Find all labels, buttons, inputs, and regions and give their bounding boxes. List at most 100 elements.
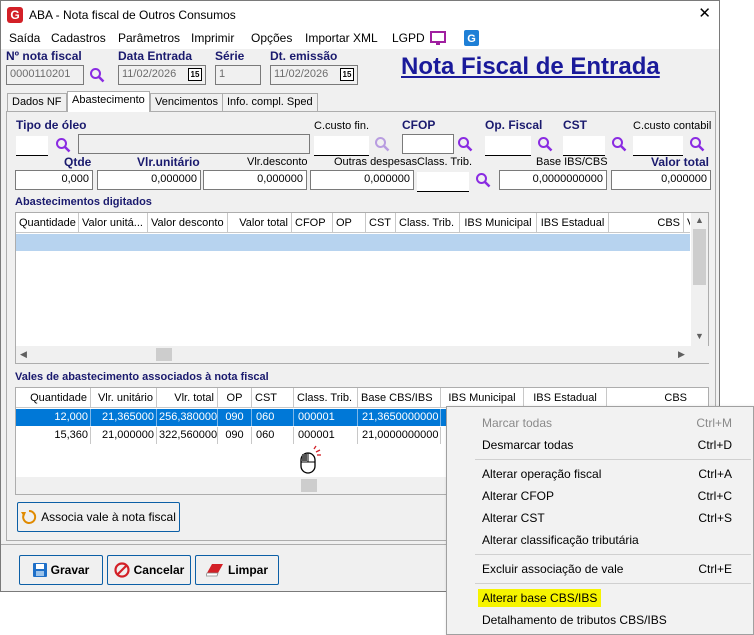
cfop-field[interactable] bbox=[402, 134, 454, 154]
gravar-button[interactable]: Gravar bbox=[19, 555, 103, 585]
menu-item-alterar-classificacao-tributaria[interactable]: Alterar classificação tributária bbox=[448, 529, 752, 551]
col-header[interactable]: Valor unitá... bbox=[79, 213, 148, 233]
col-header[interactable]: Valor desconto bbox=[148, 213, 228, 233]
col-header[interactable]: Base CBS/IBS bbox=[358, 388, 441, 408]
nota-fiscal-input[interactable]: 0000110201 bbox=[6, 65, 84, 85]
menu-item-alterar-cst[interactable]: Alterar CST Ctrl+S bbox=[448, 507, 752, 529]
col-header[interactable]: CFOP bbox=[292, 213, 333, 233]
associa-vale-label: Associa vale à nota fiscal bbox=[41, 510, 176, 524]
menu-item-desmarcar-todas[interactable]: Desmarcar todas Ctrl+D bbox=[448, 434, 752, 456]
limpar-label: Limpar bbox=[227, 563, 268, 577]
col-header[interactable]: IBS Municipal bbox=[441, 388, 524, 408]
cell-class-trib: 000001 bbox=[294, 409, 358, 426]
tab-info-compl-sped[interactable]: Info. compl. Sped bbox=[222, 93, 318, 111]
eraser-icon bbox=[205, 564, 223, 577]
app-logo-icon: G bbox=[7, 7, 23, 23]
calendar-icon[interactable]: 15 bbox=[340, 68, 354, 81]
vertical-scrollbar[interactable]: ▲ ▼ bbox=[691, 213, 708, 346]
menu-item-marcar-todas[interactable]: Marcar todas Ctrl+M bbox=[448, 412, 752, 434]
search-icon[interactable] bbox=[475, 172, 491, 188]
cell-base-cbs-ibs: 21,0000000000 bbox=[358, 427, 441, 444]
valor-total-field[interactable]: 0,000000 bbox=[611, 170, 711, 190]
vlr-desconto-field[interactable]: 0,000000 bbox=[203, 170, 307, 190]
mouse-click-icon bbox=[300, 445, 321, 474]
menu-item-alterar-operacao-fiscal[interactable]: Alterar operação fiscal Ctrl+A bbox=[448, 463, 752, 485]
menu-cadastros[interactable]: Cadastros bbox=[51, 31, 106, 45]
calendar-icon[interactable]: 15 bbox=[188, 68, 202, 81]
col-header[interactable]: CBS bbox=[607, 388, 690, 408]
search-icon[interactable] bbox=[374, 136, 390, 152]
col-header[interactable]: OP bbox=[218, 388, 252, 408]
col-header[interactable]: Class. Trib. bbox=[396, 213, 460, 233]
cancel-icon bbox=[114, 562, 130, 578]
col-header[interactable]: IBS Estadual bbox=[524, 388, 607, 408]
base-ibs-cbs-field[interactable]: 0,0000000000 bbox=[499, 170, 607, 190]
grid-header: Quantidade Valor unitá... Valor desconto… bbox=[16, 213, 690, 233]
search-icon[interactable] bbox=[457, 136, 473, 152]
app-shortcut-icon[interactable]: G bbox=[464, 30, 479, 46]
search-icon[interactable] bbox=[55, 137, 71, 153]
outras-despesas-field[interactable]: 0,000000 bbox=[310, 170, 414, 190]
menu-saida[interactable]: Saída bbox=[9, 31, 40, 45]
serie-field[interactable]: 1 bbox=[215, 65, 261, 85]
ccusto-fin-label: C.custo fin. bbox=[314, 120, 370, 132]
col-header[interactable]: Vlr. total bbox=[157, 388, 218, 408]
cst-field[interactable] bbox=[563, 136, 605, 156]
context-menu: Marcar todas Ctrl+M Desmarcar todas Ctrl+D… bbox=[446, 406, 754, 635]
cell-quantidade: 12,000 bbox=[16, 409, 91, 426]
col-header[interactable]: IBS Estadual bbox=[537, 213, 609, 233]
tab-abastecimento[interactable]: Abastecimento bbox=[67, 91, 150, 112]
col-header[interactable]: Quantidade bbox=[16, 388, 91, 408]
abastecimentos-grid[interactable]: Quantidade Valor unitá... Valor desconto… bbox=[15, 212, 710, 364]
col-header[interactable]: IBS Municipal bbox=[460, 213, 537, 233]
tab-vencimentos[interactable]: Vencimentos bbox=[150, 93, 223, 111]
ccusto-contabil-label: C.custo contabil bbox=[633, 120, 712, 132]
menu-item-alterar-base-cbs-ibs[interactable]: Alterar base CBS/IBS bbox=[448, 587, 752, 609]
col-header[interactable]: Vlr. unitário bbox=[91, 388, 157, 408]
close-icon[interactable]: ✕ bbox=[698, 5, 711, 23]
qtde-field[interactable]: 0,000 bbox=[15, 170, 93, 190]
menu-importar-xml[interactable]: Importar XML bbox=[305, 31, 378, 45]
menu-item-excluir-associacao[interactable]: Excluir associação de vale Ctrl+E bbox=[448, 558, 752, 580]
col-header[interactable]: CST bbox=[366, 213, 396, 233]
menu-separator bbox=[475, 583, 751, 584]
cell-vlr-unitario: 21,365000 bbox=[91, 409, 157, 426]
monitor-icon[interactable] bbox=[430, 31, 446, 46]
col-header[interactable]: V bbox=[684, 213, 690, 233]
col-header[interactable]: CBS bbox=[609, 213, 684, 233]
cell-vlr-total: 256,380000 bbox=[157, 409, 218, 426]
menu-item-alterar-cfop[interactable]: Alterar CFOP Ctrl+C bbox=[448, 485, 752, 507]
col-header[interactable]: Quantidade bbox=[16, 213, 79, 233]
col-header[interactable]: Valor total bbox=[228, 213, 292, 233]
tipo-oleo-code[interactable] bbox=[16, 136, 48, 156]
menu-item-detalhamento-tributos[interactable]: Detalhamento de tributos CBS/IBS bbox=[448, 609, 752, 631]
tab-dados-nf[interactable]: Dados NF bbox=[7, 93, 67, 111]
cell-base-cbs-ibs: 21,3650000000 bbox=[358, 409, 441, 426]
base-ibs-cbs-label: Base IBS/CBS bbox=[536, 156, 608, 168]
search-icon[interactable] bbox=[689, 136, 705, 152]
col-header[interactable]: CST bbox=[252, 388, 294, 408]
ccusto-contabil-field[interactable] bbox=[633, 136, 683, 156]
table-row-empty-selected[interactable] bbox=[16, 234, 690, 251]
data-entrada-label: Data Entrada bbox=[118, 49, 193, 63]
op-fiscal-field[interactable] bbox=[485, 136, 531, 156]
horizontal-scrollbar[interactable]: ◀ ▶ bbox=[16, 346, 710, 363]
limpar-button[interactable]: Limpar bbox=[195, 555, 279, 585]
menu-parametros[interactable]: Parâmetros bbox=[118, 31, 180, 45]
ccusto-fin-field[interactable] bbox=[314, 136, 369, 156]
associa-vale-button[interactable]: Associa vale à nota fiscal bbox=[17, 502, 180, 532]
cancelar-label: Cancelar bbox=[133, 563, 185, 577]
menu-opcoes[interactable]: Opções bbox=[251, 31, 292, 45]
nota-fiscal-label: Nº nota fiscal bbox=[6, 49, 82, 63]
menu-imprimir[interactable]: Imprimir bbox=[191, 31, 234, 45]
tipo-oleo-label: Tipo de óleo bbox=[16, 118, 87, 132]
vlr-unitario-field[interactable]: 0,000000 bbox=[97, 170, 201, 190]
cancelar-button[interactable]: Cancelar bbox=[107, 555, 191, 585]
col-header[interactable]: Class. Trib. bbox=[294, 388, 358, 408]
search-icon[interactable] bbox=[537, 136, 553, 152]
search-icon[interactable] bbox=[89, 67, 105, 83]
menu-lgpd[interactable]: LGPD bbox=[392, 31, 425, 45]
col-header[interactable]: OP bbox=[333, 213, 366, 233]
search-icon[interactable] bbox=[611, 136, 627, 152]
class-trib-field[interactable] bbox=[417, 172, 469, 192]
